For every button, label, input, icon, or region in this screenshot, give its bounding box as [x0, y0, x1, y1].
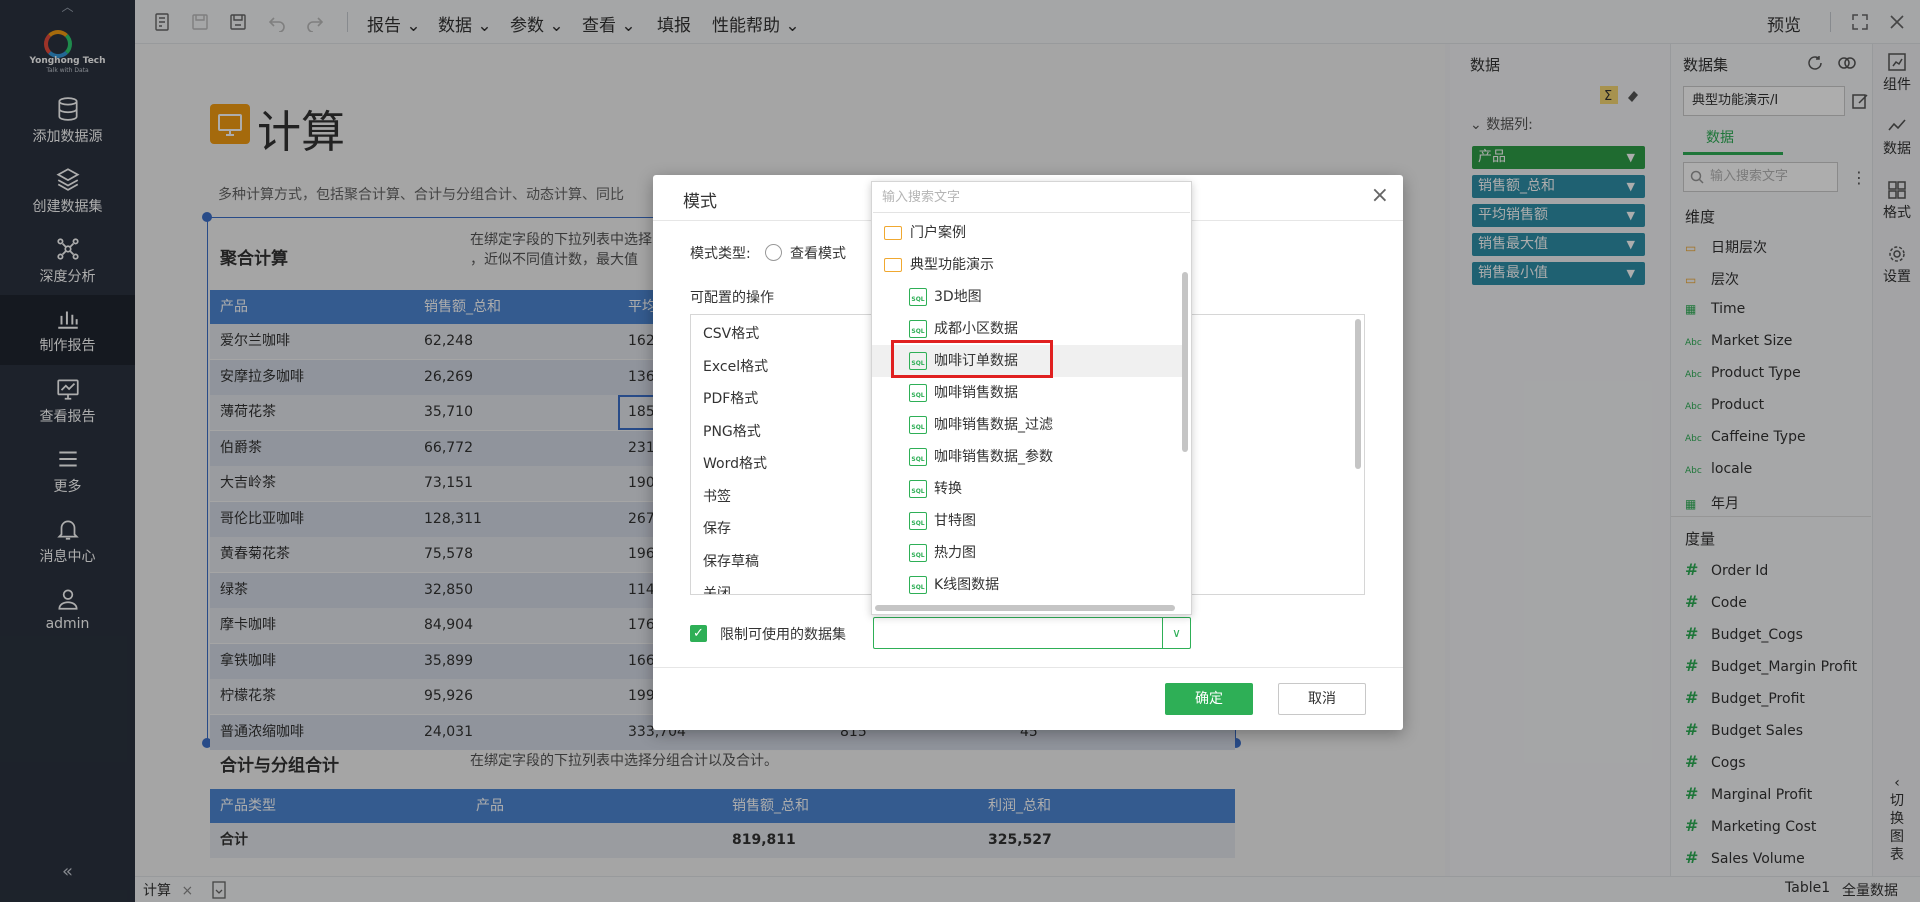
dataset-label: 甘特图	[934, 513, 976, 529]
scrollbar[interactable]	[875, 605, 1175, 611]
dialog-close-icon[interactable]: ×	[1371, 183, 1389, 208]
dataset-item[interactable]: SQL 3D地图	[872, 281, 1182, 313]
ops-item[interactable]: PDF格式	[703, 388, 758, 408]
folder-item[interactable]: 门户案例	[872, 217, 1182, 249]
dataset-label: 咖啡销售数据_参数	[934, 449, 1053, 465]
dataset-label: 咖啡销售数据	[934, 385, 1018, 401]
dataset-item[interactable]: SQL 咖啡销售数据_参数	[872, 441, 1182, 473]
sql-icon: SQL	[909, 416, 927, 434]
ops-item[interactable]: Excel格式	[703, 356, 768, 376]
ops-item[interactable]: 保存	[703, 518, 731, 538]
ops-item[interactable]: 保存草稿	[703, 551, 759, 571]
ops-item[interactable]: 书签	[703, 486, 731, 506]
sql-icon: SQL	[909, 480, 927, 498]
restrict-dataset-label: 限制可使用的数据集	[720, 627, 846, 643]
sql-icon: SQL	[909, 384, 927, 402]
sql-icon: SQL	[909, 512, 927, 530]
dataset-item[interactable]: SQL 甘特图	[872, 505, 1182, 537]
restrict-dataset-checkbox[interactable]: ✓	[690, 625, 707, 642]
cancel-button[interactable]: 取消	[1278, 683, 1366, 715]
ops-item[interactable]: 关闭	[703, 583, 731, 594]
mode-type-label: 模式类型:	[690, 246, 751, 262]
ops-item[interactable]: Word格式	[703, 453, 767, 473]
dataset-label: K线图数据	[934, 577, 1000, 593]
sql-icon: SQL	[909, 320, 927, 338]
divider	[653, 667, 1403, 668]
mode-radio[interactable]	[765, 244, 782, 261]
dataset-label: 热力图	[934, 545, 976, 561]
dataset-item[interactable]: SQL 咖啡销售数据	[872, 377, 1182, 409]
folder-icon	[884, 258, 902, 272]
chevron-down-icon[interactable]: ∨	[1162, 618, 1190, 648]
folder-icon	[884, 226, 902, 240]
highlight-box	[891, 340, 1053, 378]
folder-label: 门户案例	[910, 225, 966, 241]
dataset-item[interactable]: SQL 转换	[872, 473, 1182, 505]
ok-button[interactable]: 确定	[1165, 683, 1253, 715]
folder-label: 典型功能演示	[910, 257, 994, 273]
sql-icon: SQL	[909, 576, 927, 594]
dataset-dropdown: 输入搜索文字 门户案例 典型功能演示 SQL 3D地图 SQL 成都小区数据 SQL 咖啡订单…	[871, 181, 1192, 615]
sql-icon: SQL	[909, 448, 927, 466]
scrollbar[interactable]	[1355, 319, 1361, 469]
dropdown-search-input[interactable]: 输入搜索文字	[873, 183, 1190, 213]
ops-item[interactable]: PNG格式	[703, 421, 761, 441]
dataset-label: 咖啡销售数据_过滤	[934, 417, 1053, 433]
dataset-label: 转换	[934, 481, 962, 497]
scrollbar[interactable]	[1182, 272, 1188, 452]
dataset-dropdown-select[interactable]: ∨	[873, 617, 1191, 649]
ops-item[interactable]: CSV格式	[703, 323, 759, 343]
mode-radio-label[interactable]: 查看模式	[790, 243, 846, 263]
dialog-title: 模式	[683, 192, 717, 212]
dataset-label: 3D地图	[934, 289, 982, 305]
sql-icon: SQL	[909, 288, 927, 306]
dataset-item[interactable]: SQL 热力图	[872, 537, 1182, 569]
dataset-item[interactable]: SQL K线图数据	[872, 569, 1182, 601]
dataset-item[interactable]: SQL 咖啡销售数据_过滤	[872, 409, 1182, 441]
sql-icon: SQL	[909, 544, 927, 562]
ops-label: 可配置的操作	[690, 290, 774, 306]
folder-item[interactable]: 典型功能演示	[872, 249, 1182, 281]
